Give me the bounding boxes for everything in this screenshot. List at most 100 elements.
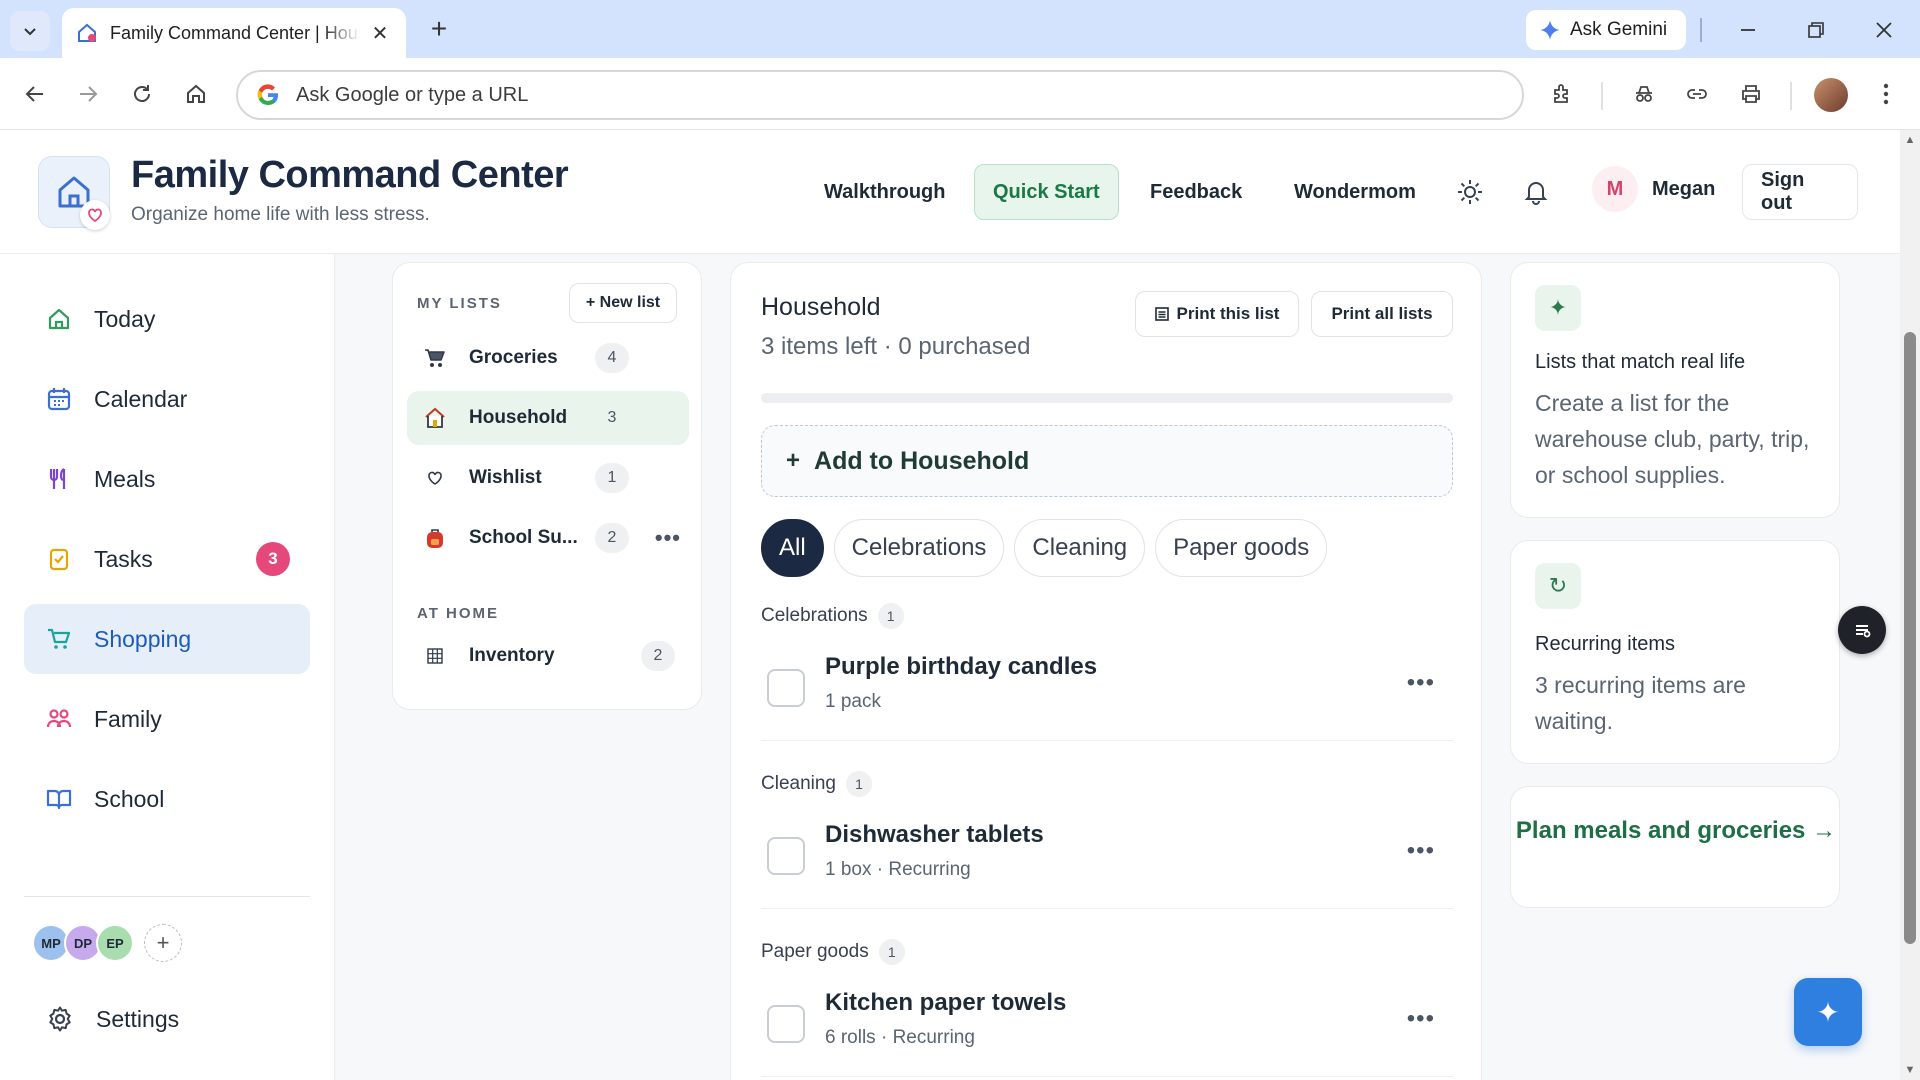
sparkle-icon: ✦: [1535, 285, 1581, 331]
ask-gemini-label: Ask Gemini: [1570, 19, 1668, 40]
print-icon[interactable]: [1733, 76, 1769, 112]
add-to-household-button[interactable]: + Add to Household: [761, 425, 1453, 497]
item-checkbox[interactable]: [767, 669, 805, 707]
wondermom-button[interactable]: Wondermom: [1276, 164, 1434, 220]
reload-icon[interactable]: [124, 76, 160, 112]
incognito-icon[interactable]: [1626, 76, 1662, 112]
quick-start-button[interactable]: Quick Start: [974, 164, 1119, 220]
item-meta: 1 pack: [825, 691, 881, 712]
omnibox[interactable]: [236, 70, 1524, 120]
sidebar-item-label: Family: [94, 705, 162, 732]
shopping-cart-icon: [421, 344, 449, 372]
list-name: Inventory: [469, 645, 555, 666]
scroll-up-arrow-icon[interactable]: ▲: [1904, 134, 1916, 146]
add-family-member-button[interactable]: +: [144, 924, 182, 962]
minimize-icon[interactable]: [1728, 10, 1768, 50]
plan-meals-card[interactable]: Plan meals and groceries →: [1510, 786, 1840, 908]
sidebar-item-today[interactable]: Today: [24, 284, 310, 354]
back-arrow-icon[interactable]: [17, 76, 53, 112]
omnibox-input[interactable]: [296, 83, 1396, 107]
sidebar-item-meals[interactable]: Meals: [24, 444, 310, 514]
restore-icon[interactable]: [1796, 10, 1836, 50]
app-title: Family Command Center: [131, 154, 569, 196]
heart-icon: [80, 200, 110, 230]
filter-chip-cleaning[interactable]: Cleaning: [1014, 519, 1146, 577]
item-checkbox[interactable]: [767, 1005, 805, 1043]
scrollbar-thumb[interactable]: [1904, 332, 1916, 944]
page-scrollbar[interactable]: ▲ ▼: [1900, 130, 1920, 1080]
item-checkbox[interactable]: [767, 837, 805, 875]
window-close-icon[interactable]: [1864, 10, 1904, 50]
app-header: Family Command Center Organize home life…: [0, 130, 1900, 254]
app-subtitle: Organize home life with less stress.: [131, 204, 430, 225]
group-count: 1: [877, 603, 904, 629]
more-horizontal-icon[interactable]: •••: [1407, 1005, 1435, 1033]
sidebar-item-family[interactable]: Family: [24, 684, 310, 754]
list-name: Groceries: [469, 347, 558, 368]
walkthrough-button[interactable]: Walkthrough: [806, 164, 963, 220]
sidebar-item-shopping[interactable]: Shopping: [24, 604, 310, 674]
list-item-school-supplies[interactable]: School Su... 2 •••: [407, 511, 689, 565]
filter-chip-paper-goods[interactable]: Paper goods: [1155, 519, 1328, 577]
list-count: 1: [595, 463, 629, 493]
list-document-icon: [1154, 307, 1169, 321]
sidebar-item-school[interactable]: School: [24, 764, 310, 834]
print-all-lists-button[interactable]: Print all lists: [1311, 291, 1453, 337]
sidebar-item-label: Calendar: [94, 385, 188, 412]
new-list-button[interactable]: + New list: [569, 283, 677, 323]
list-item-wishlist[interactable]: Wishlist 1: [407, 451, 689, 505]
family-icon: [46, 709, 72, 728]
home-icon[interactable]: [178, 76, 214, 112]
house-icon: [421, 404, 449, 432]
user-menu[interactable]: M Megan: [1592, 166, 1715, 212]
list-count: 2: [641, 641, 675, 671]
my-lists-heading: MY LISTS: [417, 295, 502, 312]
gemini-sparkle-icon: [1540, 20, 1560, 40]
more-horizontal-icon[interactable]: •••: [1407, 837, 1435, 865]
group-name: Cleaning: [761, 773, 836, 794]
list-item-groceries[interactable]: Groceries 4: [407, 331, 689, 385]
browser-toolbar: [0, 58, 1920, 130]
gear-icon: [49, 1006, 71, 1032]
tab-search-button[interactable]: [10, 11, 50, 51]
list-item-household[interactable]: Household 3: [407, 391, 689, 445]
sun-icon[interactable]: [1454, 176, 1486, 208]
list-progress-bar: [761, 393, 1453, 403]
plan-meals-link[interactable]: Plan meals and groceries →: [1511, 813, 1841, 849]
sign-out-button[interactable]: Sign out: [1742, 164, 1858, 220]
more-vertical-icon[interactable]: [1868, 76, 1904, 112]
link-icon[interactable]: [1679, 76, 1715, 112]
more-horizontal-icon[interactable]: •••: [655, 525, 681, 551]
item-meta: 6 rolls · Recurring: [825, 1027, 975, 1048]
close-icon[interactable]: ✕: [368, 21, 392, 45]
list-title: Household: [761, 293, 881, 321]
list-name: Wishlist: [469, 467, 542, 488]
scroll-down-arrow-icon[interactable]: ▼: [1904, 1064, 1916, 1076]
open-book-icon: [46, 789, 72, 810]
group-count: 1: [878, 939, 905, 965]
more-horizontal-icon[interactable]: •••: [1407, 669, 1435, 697]
tab-title: Family Command Center | Household: [110, 22, 360, 43]
print-this-list-button[interactable]: Print this list: [1135, 291, 1299, 337]
assistant-sparkle-button[interactable]: ✦: [1794, 978, 1862, 1046]
ask-gemini-button[interactable]: Ask Gemini: [1526, 10, 1686, 50]
utensils-icon: [49, 468, 66, 489]
list-name: Household: [469, 407, 568, 428]
list-item-inventory[interactable]: Inventory 2: [407, 629, 689, 683]
filter-chip-all[interactable]: All: [761, 519, 824, 577]
extensions-puzzle-icon[interactable]: [1544, 76, 1580, 112]
browser-tab-active[interactable]: Family Command Center | Household ✕: [62, 8, 406, 58]
home-heart-favicon-icon: [78, 23, 96, 42]
sidebar-item-calendar[interactable]: Calendar: [24, 364, 310, 434]
bell-icon[interactable]: [1520, 176, 1552, 208]
avatar[interactable]: EP: [96, 924, 134, 962]
side-panel-toggle-icon[interactable]: [1838, 606, 1886, 654]
sidebar-item-settings[interactable]: Settings: [24, 984, 310, 1054]
new-tab-plus-icon[interactable]: +: [424, 13, 454, 44]
forward-arrow-icon[interactable]: [70, 76, 106, 112]
feedback-button[interactable]: Feedback: [1132, 164, 1260, 220]
tip-card-recurring: ↻ Recurring items 3 recurring items are …: [1510, 540, 1840, 764]
sidebar-item-tasks[interactable]: Tasks 3: [24, 524, 310, 594]
browser-profile-avatar[interactable]: [1814, 78, 1848, 112]
filter-chip-celebrations[interactable]: Celebrations: [833, 519, 1005, 577]
